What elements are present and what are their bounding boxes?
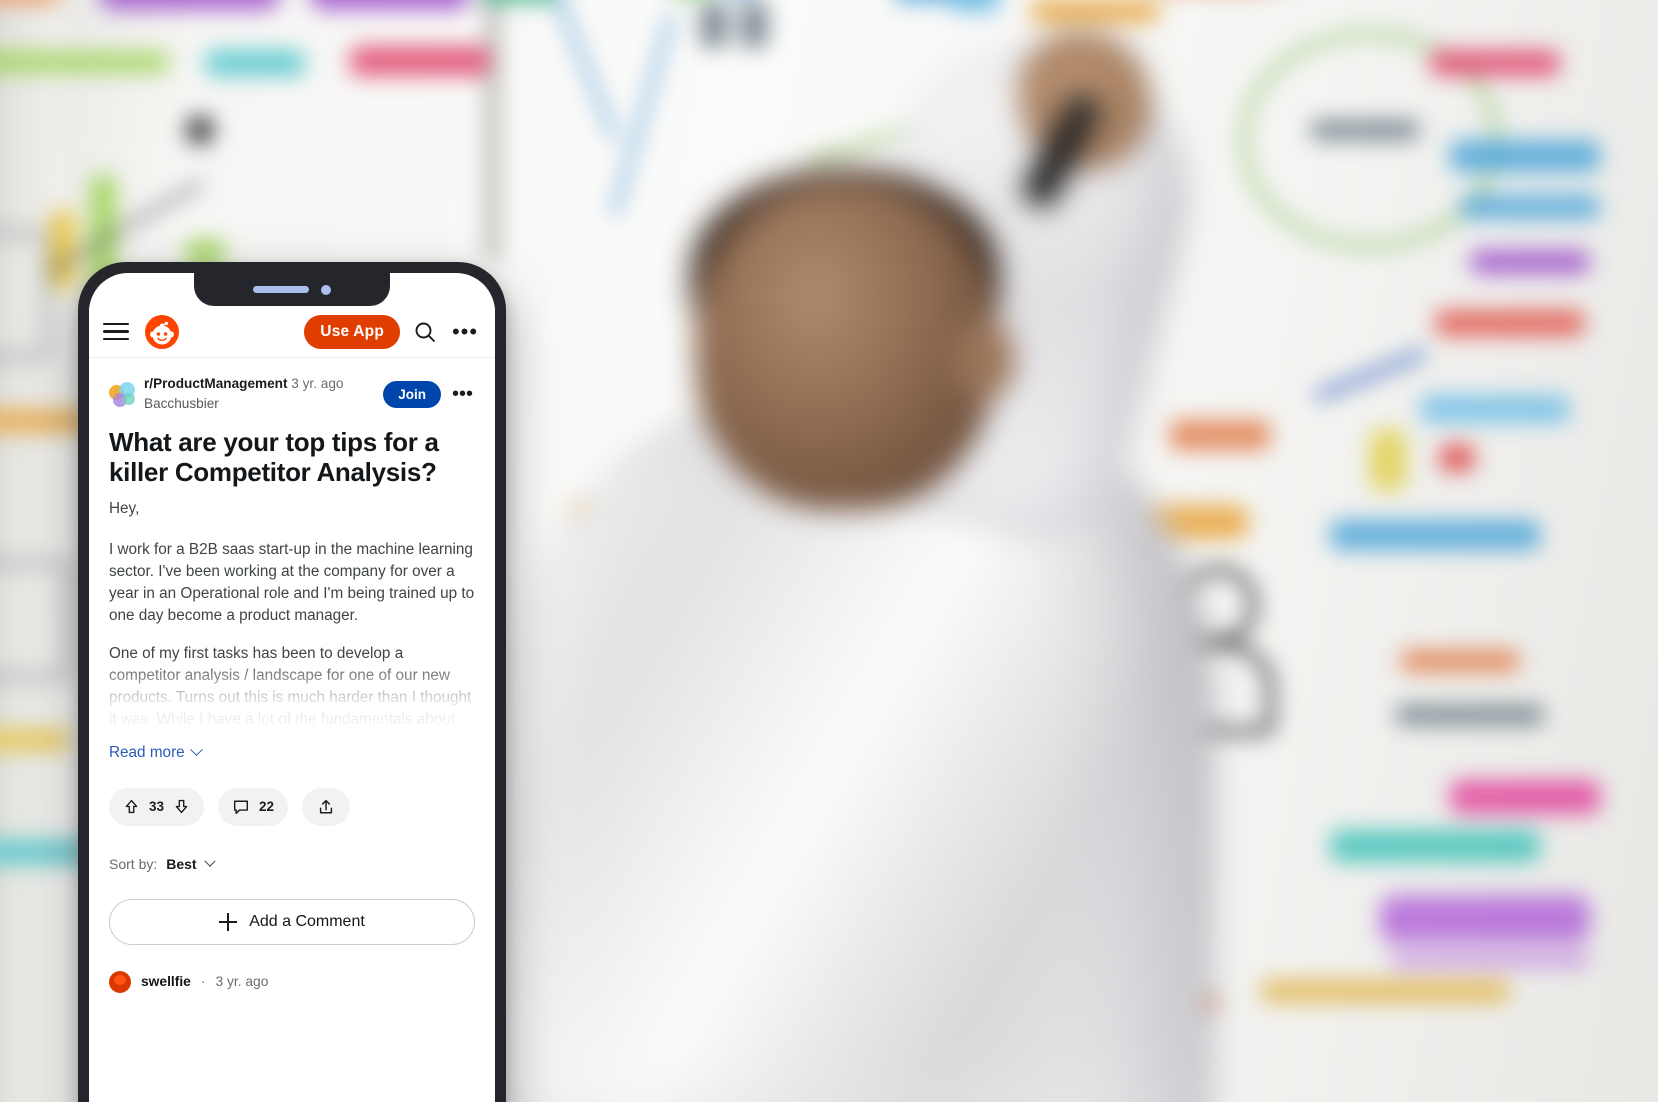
comment-bubble-icon: [232, 798, 250, 816]
marker-monitor: [950, 0, 1000, 12]
marker-scribble: [1450, 780, 1600, 814]
phone-mockup: Use App ••• r/ProductManagement 3 yr. ag…: [78, 262, 506, 1102]
comment-timestamp: 3 yr. ago: [215, 974, 269, 990]
subreddit-avatar[interactable]: [109, 381, 135, 408]
marker-bar: [1370, 430, 1406, 490]
marker-scribble: [1310, 120, 1420, 140]
marker-scribble: [1030, 0, 1160, 22]
post-body-paragraph: One of my first tasks has been to develo…: [109, 644, 472, 736]
marker-scribble: [310, 0, 470, 10]
upvote-arrow-icon[interactable]: [123, 798, 140, 815]
post-actions-row: 33 22: [109, 787, 475, 826]
marker-scribble: [0, 410, 90, 432]
marker-scribble: [480, 0, 560, 2]
post-meta-text: r/ProductManagement 3 yr. ago Bacchusbie…: [144, 374, 374, 415]
whiteboard-left-frame: [0, 0, 60, 1102]
comment-item: swellfie · 3 yr. ago: [109, 970, 475, 993]
speaker-bar-icon: [253, 286, 309, 293]
marker-scribble: [1330, 830, 1540, 862]
comment-author-avatar[interactable]: [109, 970, 131, 993]
phone-screen: Use App ••• r/ProductManagement 3 yr. ag…: [89, 273, 495, 1102]
marker-scribble: [1450, 140, 1600, 172]
post-body-paragraph: Hey,: [109, 499, 140, 517]
marker-panel: [0, 230, 50, 360]
comment-pill[interactable]: 22: [218, 787, 289, 826]
marker-scribble: [1435, 310, 1585, 336]
post-author[interactable]: Bacchusbier: [144, 396, 219, 411]
marker-scribble: [1470, 250, 1590, 274]
overflow-menu-icon[interactable]: •••: [450, 317, 480, 347]
marker-scribble: [1430, 50, 1560, 76]
share-pill[interactable]: [302, 787, 351, 826]
add-comment-button[interactable]: Add a Comment: [109, 898, 475, 945]
post-timestamp: 3 yr. ago: [291, 376, 344, 391]
downvote-arrow-icon[interactable]: [173, 798, 190, 815]
marker-scribble: [0, 0, 60, 3]
comment-separator: ·: [200, 974, 206, 990]
read-more-label: Read more: [109, 743, 185, 761]
front-camera-icon: [321, 284, 331, 295]
marker-scribble: [1400, 650, 1520, 672]
marker-dot: [185, 115, 215, 145]
marker-scribble: [205, 50, 305, 76]
marker-scribble: [1420, 395, 1570, 423]
marker-scribble: [0, 52, 170, 72]
post-meta-row: r/ProductManagement 3 yr. ago Bacchusbie…: [109, 374, 475, 415]
marker-bar: [50, 210, 76, 290]
marker-panel: [0, 560, 70, 680]
marker-scribble: [100, 0, 280, 10]
subreddit-line: r/ProductManagement 3 yr. ago: [144, 376, 343, 391]
marker-dot: [1440, 445, 1474, 471]
marker-scribble: [1330, 520, 1540, 550]
marker-scribble: [0, 730, 70, 750]
chevron-down-icon: [203, 855, 216, 867]
reddit-snoo-logo[interactable]: [145, 314, 179, 349]
post-overflow-icon[interactable]: •••: [450, 384, 475, 404]
search-icon[interactable]: [410, 317, 440, 347]
sort-by-label: Sort by:: [109, 855, 158, 872]
person-ear: [955, 320, 1015, 400]
post-body: Hey, I work for a B2B saas start-up in t…: [109, 498, 475, 736]
vote-count: 33: [149, 799, 165, 815]
comment-author-name[interactable]: swellfie: [141, 974, 191, 989]
post-title: What are your top tips for a killer Comp…: [109, 426, 439, 488]
marker-scribble: [1395, 705, 1545, 725]
marker-icon-cluster: [740, 2, 768, 48]
add-comment-label: Add a Comment: [249, 912, 365, 930]
marker-scribble: [1380, 895, 1590, 943]
vote-pill[interactable]: 33: [109, 787, 205, 826]
comment-count: 22: [259, 799, 275, 815]
person-writing-on-whiteboard: [445, 20, 1275, 1102]
post-body-paragraph: I work for a B2B saas start-up in the ma…: [109, 540, 475, 625]
phone-notch: [194, 273, 390, 306]
chevron-down-icon: [189, 743, 203, 757]
marker-scribble: [1390, 955, 1590, 965]
join-button[interactable]: Join: [383, 380, 441, 408]
use-app-button[interactable]: Use App: [304, 314, 400, 349]
post-container: r/ProductManagement 3 yr. ago Bacchusbie…: [89, 358, 495, 993]
sort-by-value: Best: [166, 855, 197, 872]
subreddit-name[interactable]: r/ProductManagement: [144, 376, 288, 391]
hamburger-menu-icon[interactable]: [103, 322, 129, 341]
marker-scribble: [0, 840, 90, 864]
marker-icon-cluster: [700, 2, 728, 48]
marker-scribble: [1260, 980, 1510, 1002]
marker-scribble: [1460, 195, 1600, 219]
sort-by-row[interactable]: Sort by: Best: [109, 855, 475, 872]
app-header: Use App •••: [89, 306, 495, 358]
share-icon: [317, 798, 335, 816]
person-head: [695, 180, 995, 510]
plus-icon: [219, 912, 238, 931]
read-more-button[interactable]: Read more: [109, 743, 203, 762]
